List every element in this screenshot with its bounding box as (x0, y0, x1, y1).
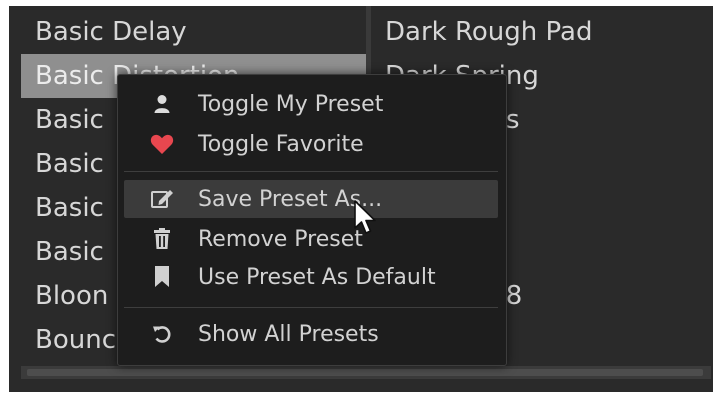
menu-item-label: Use Preset As Default (198, 264, 436, 290)
menu-item-label: Remove Preset (198, 226, 363, 252)
edit-icon (146, 188, 178, 210)
menu-item-label: Toggle My Preset (198, 91, 384, 117)
remove-preset-menu-item[interactable]: Remove Preset (124, 220, 498, 258)
preset-item[interactable]: Dark Rough Pad (371, 10, 711, 54)
trash-icon (146, 228, 178, 250)
horizontal-scrollbar[interactable] (21, 366, 711, 379)
use-preset-as-default-menu-item[interactable]: Use Preset As Default (124, 258, 498, 296)
mouse-cursor-icon (353, 200, 379, 242)
menu-separator (124, 171, 498, 172)
show-all-presets-menu-item[interactable]: Show All Presets (124, 315, 498, 353)
menu-item-label: Show All Presets (198, 321, 379, 347)
heart-icon (146, 133, 178, 155)
toggle-favorite-menu-item[interactable]: Toggle Favorite (124, 125, 498, 163)
undo-icon (146, 323, 178, 345)
scrollbar-thumb[interactable] (27, 369, 703, 376)
menu-item-label: Toggle Favorite (198, 131, 364, 157)
menu-separator (124, 307, 498, 308)
bookmark-icon (146, 266, 178, 288)
save-preset-as-menu-item[interactable]: Save Preset As... (124, 180, 498, 218)
context-menu: Toggle My Preset Toggle Favorite Save Pr… (117, 74, 507, 366)
user-icon (146, 94, 178, 114)
toggle-my-preset-menu-item[interactable]: Toggle My Preset (124, 85, 498, 123)
preset-item[interactable]: Basic Delay (21, 10, 366, 54)
